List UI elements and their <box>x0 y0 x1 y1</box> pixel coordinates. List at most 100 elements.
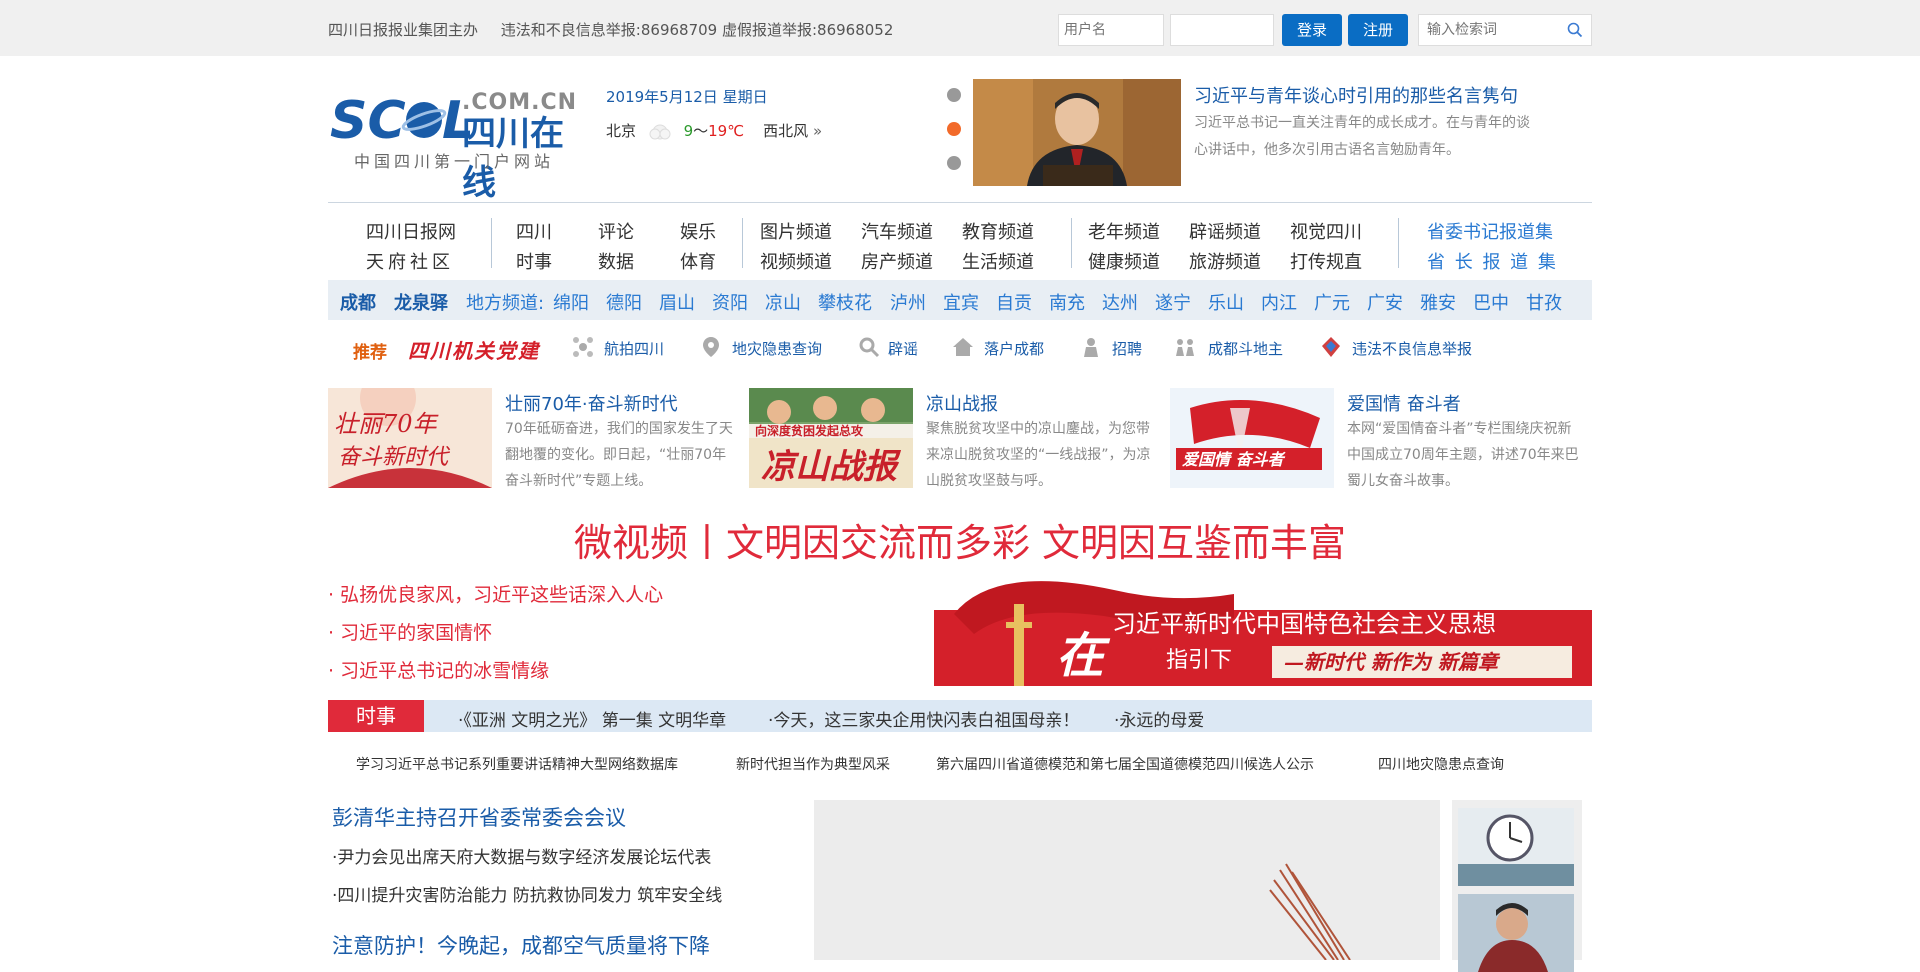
nav-sichuan-daily[interactable]: 四川日报网 <box>366 218 456 244</box>
current-affairs-link[interactable]: ·《亚洲 文明之光》 第一集 文明华章 <box>458 706 726 731</box>
nav-party-secretary-reports[interactable]: 省委书记报道集 <box>1427 218 1553 244</box>
nav-education-channel[interactable]: 教育频道 <box>962 218 1034 244</box>
site-logo[interactable]: SC L .COM.CN 四川在线 中国四川第一门户网站 <box>330 88 580 203</box>
carousel-dot-1[interactable] <box>947 88 961 102</box>
nav-travel-channel[interactable]: 旅游频道 <box>1189 248 1261 274</box>
feature-title[interactable]: 习近平与青年谈心时引用的那些名言隽句 <box>1194 82 1518 108</box>
nav-anti-pyramid[interactable]: 打传规直 <box>1290 248 1362 274</box>
feature-photo[interactable] <box>973 79 1181 186</box>
thumb-clock[interactable] <box>1458 808 1574 886</box>
card-image-70-years[interactable]: 壮丽70年 奋斗新时代 <box>328 388 492 488</box>
local-city[interactable]: 广元 <box>1314 289 1350 315</box>
local-city[interactable]: 凉山 <box>765 289 801 315</box>
topic-link[interactable]: 学习习近平总书记系列重要讲话精神大型网络数据库 <box>356 754 678 774</box>
nav-rumor-channel[interactable]: 辟谣频道 <box>1189 218 1261 244</box>
search-icon[interactable] <box>1567 22 1583 42</box>
nav-current-affairs[interactable]: 时事 <box>516 248 552 274</box>
nav-sichuan[interactable]: 四川 <box>516 218 552 244</box>
username-input[interactable] <box>1058 14 1164 46</box>
nav-data[interactable]: 数据 <box>598 248 634 274</box>
current-affairs-tag[interactable]: 时事 <box>328 700 424 732</box>
rec-aerial-sichuan[interactable]: 航拍四川 <box>604 338 664 359</box>
local-city[interactable]: 资阳 <box>712 289 748 315</box>
local-city[interactable]: 甘孜 <box>1526 289 1562 315</box>
thought-banner[interactable]: 习近平新时代中国特色社会主义思想 在 指引下 —新时代 新作为 新篇章 <box>934 574 1592 694</box>
local-longquanyi[interactable]: 龙泉驿 <box>394 289 448 315</box>
nav-realestate-channel[interactable]: 房产频道 <box>861 248 933 274</box>
card-title[interactable]: 凉山战报 <box>926 390 998 416</box>
nav-life-channel[interactable]: 生活频道 <box>962 248 1034 274</box>
nav-sports[interactable]: 体育 <box>680 248 716 274</box>
register-button[interactable]: 注册 <box>1348 14 1408 46</box>
party-building-logo[interactable]: 四川机关党建 <box>408 335 540 364</box>
news-item[interactable]: ·尹力会见出席天府大数据与数字经济发展论坛代表 <box>332 843 711 868</box>
nav-entertainment[interactable]: 娱乐 <box>680 218 716 244</box>
login-button[interactable]: 登录 <box>1282 14 1342 46</box>
card-title[interactable]: 壮丽70年·奋斗新时代 <box>505 390 678 416</box>
current-affairs-link[interactable]: ·永远的母爱 <box>1114 706 1204 731</box>
nav-governor-reports[interactable]: 省 长 报 道 集 <box>1427 248 1558 274</box>
local-city[interactable]: 泸州 <box>890 289 926 315</box>
svg-text:向深度贫困发起总攻: 向深度贫困发起总攻 <box>755 423 864 438</box>
rec-geo-hazard-query[interactable]: 地灾隐患查询 <box>732 338 822 359</box>
thumb-portrait[interactable] <box>1458 894 1574 972</box>
local-city[interactable]: 眉山 <box>659 289 695 315</box>
local-city[interactable]: 攀枝花 <box>818 289 872 315</box>
local-city[interactable]: 宜宾 <box>943 289 979 315</box>
red-link[interactable]: · 习近平总书记的冰雪情缘 <box>328 656 549 683</box>
card-image-patriot[interactable]: 爱国情 奋斗者 <box>1170 388 1334 488</box>
local-city[interactable]: 雅安 <box>1420 289 1456 315</box>
feature-description: 习近平总书记一直关注青年的成长成才。在与青年的谈心讲话中，他多次引用古语名言勉励… <box>1194 115 1530 158</box>
local-city[interactable]: 遂宁 <box>1155 289 1191 315</box>
topic-link[interactable]: 四川地灾隐患点查询 <box>1378 754 1504 774</box>
local-city[interactable]: 内江 <box>1261 289 1297 315</box>
top-info: 四川日报报业集团主办 违法和不良信息举报:86968709 虚假报道举报:869… <box>328 19 911 40</box>
local-city[interactable]: 广安 <box>1367 289 1403 315</box>
nav-tianfu-community[interactable]: 天府社区 <box>366 248 454 274</box>
news-headline[interactable]: 注意防护！今晚起，成都空气质量将下降 <box>332 930 710 960</box>
news-headline[interactable]: 彭清华主持召开省委常委会会议 <box>332 802 626 832</box>
red-link[interactable]: · 习近平的家国情怀 <box>328 618 492 645</box>
rec-illegal-report[interactable]: 违法不良信息举报 <box>1352 338 1472 359</box>
weather-more-icon[interactable]: » <box>813 122 822 140</box>
report-hotline-text: 违法和不良信息举报:86968709 虚假报道举报:86968052 <box>500 21 894 39</box>
card-image-liangshan[interactable]: 向深度贫困发起总攻 凉山战报 <box>749 388 913 488</box>
news-photo[interactable] <box>814 800 1440 960</box>
password-input[interactable] <box>1170 14 1274 46</box>
nav-photo-channel[interactable]: 图片频道 <box>760 218 832 244</box>
main-headline[interactable]: 微视频丨文明因交流而多彩 文明因互鉴而丰富 <box>0 512 1920 567</box>
nav-health-channel[interactable]: 健康频道 <box>1088 248 1160 274</box>
current-affairs-link[interactable]: ·今天，这三家央企用快闪表白祖国母亲！ <box>768 706 1079 731</box>
svg-text:壮丽70年: 壮丽70年 <box>334 410 440 438</box>
carousel-dot-2-active[interactable] <box>947 122 961 136</box>
local-city[interactable]: 南充 <box>1049 289 1085 315</box>
card-title[interactable]: 爱国情 奋斗者 <box>1347 390 1461 416</box>
rec-recruitment[interactable]: 招聘 <box>1112 338 1142 359</box>
local-chengdu[interactable]: 成都 <box>340 289 376 315</box>
local-city[interactable]: 达州 <box>1102 289 1138 315</box>
nav-video-channel[interactable]: 视频频道 <box>760 248 832 274</box>
search-input[interactable] <box>1419 15 1559 45</box>
carousel-dot-3[interactable] <box>947 156 961 170</box>
local-city[interactable]: 自贡 <box>996 289 1032 315</box>
nav-seniors-channel[interactable]: 老年频道 <box>1088 218 1160 244</box>
nav-auto-channel[interactable]: 汽车频道 <box>861 218 933 244</box>
red-link[interactable]: · 弘扬优良家风，习近平这些话深入人心 <box>328 580 663 607</box>
person-icon <box>1084 338 1098 357</box>
rec-rumor[interactable]: 辟谣 <box>888 338 918 359</box>
rec-doudizhu[interactable]: 成都斗地主 <box>1208 338 1283 359</box>
scol-logo-mark: SC L <box>330 91 470 151</box>
svg-text:爱国情 奋斗者: 爱国情 奋斗者 <box>1182 450 1287 469</box>
top-bar: 四川日报报业集团主办 违法和不良信息举报:86968709 虚假报道举报:869… <box>0 0 1920 56</box>
nav-visual-sichuan[interactable]: 视觉四川 <box>1290 218 1362 244</box>
local-city[interactable]: 绵阳 <box>553 289 589 315</box>
local-city[interactable]: 德阳 <box>606 289 642 315</box>
local-city[interactable]: 乐山 <box>1208 289 1244 315</box>
local-channels-label: 地方频道: <box>466 293 545 314</box>
topic-link[interactable]: 第六届四川省道德模范和第七届全国道德模范四川候选人公示 <box>936 754 1314 774</box>
news-item[interactable]: ·四川提升灾害防治能力 防抗救协同发力 筑牢安全线 <box>332 881 722 906</box>
local-city[interactable]: 巴中 <box>1473 289 1509 315</box>
rec-settle-chengdu[interactable]: 落户成都 <box>984 338 1044 359</box>
topic-link[interactable]: 新时代担当作为典型风采 <box>736 754 890 774</box>
nav-commentary[interactable]: 评论 <box>598 218 634 244</box>
